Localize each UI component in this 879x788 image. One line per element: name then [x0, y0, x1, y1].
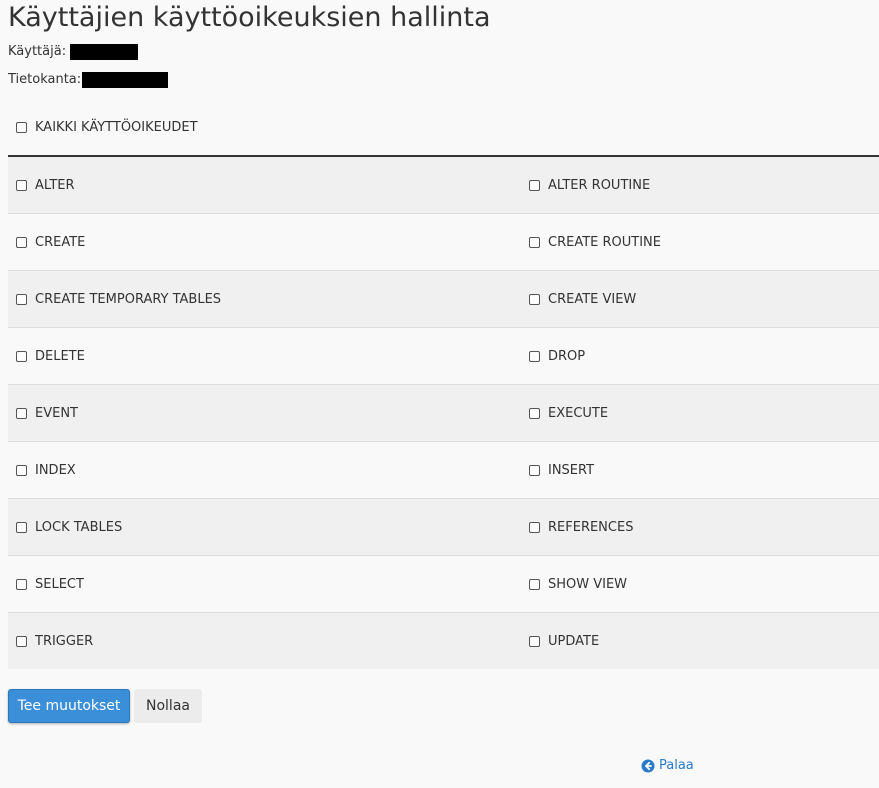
privilege-label: CREATE VIEW: [548, 291, 637, 307]
privilege-option[interactable]: UPDATE: [529, 634, 879, 649]
privilege-checkbox[interactable]: [16, 179, 27, 191]
back-link[interactable]: Palaa: [641, 758, 694, 773]
privilege-checkbox[interactable]: [16, 350, 27, 362]
redacted-user-name: [70, 44, 139, 60]
privileges-grid: ALTER ALTER ROUTINE CREATE CREATE ROUTINE CR…: [8, 157, 879, 669]
privilege-row: INDEX INSERT: [8, 442, 879, 499]
privilege-checkbox[interactable]: [529, 293, 540, 305]
privilege-label: DROP: [548, 348, 586, 364]
user-label: Käyttäjä:: [8, 44, 67, 59]
privilege-label: CREATE TEMPORARY TABLES: [35, 291, 222, 307]
privilege-checkbox[interactable]: [16, 635, 27, 647]
privilege-label: CREATE: [35, 234, 86, 250]
privilege-option[interactable]: REFERENCES: [529, 520, 879, 535]
privilege-label: UPDATE: [548, 633, 600, 649]
privilege-checkbox[interactable]: [16, 407, 27, 419]
privilege-option[interactable]: LOCK TABLES: [8, 520, 529, 535]
all-privileges-checkbox[interactable]: [16, 121, 27, 133]
privilege-label: REFERENCES: [548, 519, 634, 535]
privilege-option[interactable]: INSERT: [529, 463, 879, 478]
privilege-label: CREATE ROUTINE: [548, 234, 661, 250]
privilege-option[interactable]: CREATE: [8, 235, 529, 250]
privileges-page: Käyttäjien käyttöoikeuksien hallinta Käy…: [0, 0, 879, 788]
privilege-label: EVENT: [35, 405, 78, 421]
privilege-option[interactable]: DELETE: [8, 349, 529, 364]
privilege-row: ALTER ALTER ROUTINE: [8, 157, 879, 214]
privilege-checkbox[interactable]: [529, 407, 540, 419]
privilege-label: LOCK TABLES: [35, 519, 123, 535]
privilege-option[interactable]: DROP: [529, 349, 879, 364]
privilege-row: DELETE DROP: [8, 328, 879, 385]
all-privileges-label: KAIKKI KÄYTTÖOIKEUDET: [35, 119, 198, 135]
arrow-left-circle-icon: [641, 759, 655, 772]
privilege-option[interactable]: SHOW VIEW: [529, 577, 879, 592]
privilege-label: SHOW VIEW: [548, 576, 628, 592]
privilege-checkbox[interactable]: [529, 179, 540, 191]
privilege-checkbox[interactable]: [529, 350, 540, 362]
all-privileges-option[interactable]: KAIKKI KÄYTTÖOIKEUDET: [16, 118, 198, 136]
privilege-row: CREATE CREATE ROUTINE: [8, 214, 879, 271]
privilege-label: SELECT: [35, 576, 84, 592]
privilege-option[interactable]: ALTER ROUTINE: [529, 178, 879, 193]
privilege-option[interactable]: ALTER: [8, 178, 529, 193]
database-label: Tietokanta:: [8, 72, 82, 87]
privilege-option[interactable]: SELECT: [8, 577, 529, 592]
privilege-checkbox[interactable]: [529, 635, 540, 647]
privilege-label: INSERT: [548, 462, 595, 478]
privilege-checkbox[interactable]: [529, 578, 540, 590]
privilege-checkbox[interactable]: [16, 293, 27, 305]
privilege-label: TRIGGER: [35, 633, 94, 649]
privilege-row: SELECT SHOW VIEW: [8, 556, 879, 613]
database-line: Tietokanta:: [8, 71, 169, 89]
privilege-checkbox[interactable]: [16, 464, 27, 476]
privilege-option[interactable]: EXECUTE: [529, 406, 879, 421]
reset-button[interactable]: Nollaa: [134, 689, 202, 723]
submit-changes-button[interactable]: Tee muutokset: [8, 689, 130, 723]
page-title: Käyttäjien käyttöoikeuksien hallinta: [8, 2, 491, 33]
privilege-label: DELETE: [35, 348, 85, 364]
privilege-checkbox[interactable]: [16, 236, 27, 248]
privilege-option[interactable]: INDEX: [8, 463, 529, 478]
privilege-option[interactable]: CREATE TEMPORARY TABLES: [8, 292, 529, 307]
back-link-label: Palaa: [659, 758, 694, 773]
privilege-row: CREATE TEMPORARY TABLES CREATE VIEW: [8, 271, 879, 328]
user-line: Käyttäjä:: [8, 43, 139, 61]
privilege-checkbox[interactable]: [529, 236, 540, 248]
privilege-label: INDEX: [35, 462, 76, 478]
privilege-checkbox[interactable]: [16, 521, 27, 533]
redacted-database-name: [82, 72, 169, 88]
privilege-option[interactable]: CREATE ROUTINE: [529, 235, 879, 250]
privilege-option[interactable]: CREATE VIEW: [529, 292, 879, 307]
privilege-label: ALTER ROUTINE: [548, 177, 651, 193]
privilege-row: TRIGGER UPDATE: [8, 613, 879, 669]
privilege-checkbox[interactable]: [16, 578, 27, 590]
privilege-checkbox[interactable]: [529, 521, 540, 533]
privilege-option[interactable]: EVENT: [8, 406, 529, 421]
privilege-option[interactable]: TRIGGER: [8, 634, 529, 649]
privilege-row: EVENT EXECUTE: [8, 385, 879, 442]
privilege-label: EXECUTE: [548, 405, 609, 421]
privilege-label: ALTER: [35, 177, 75, 193]
privilege-row: LOCK TABLES REFERENCES: [8, 499, 879, 556]
privilege-checkbox[interactable]: [529, 464, 540, 476]
